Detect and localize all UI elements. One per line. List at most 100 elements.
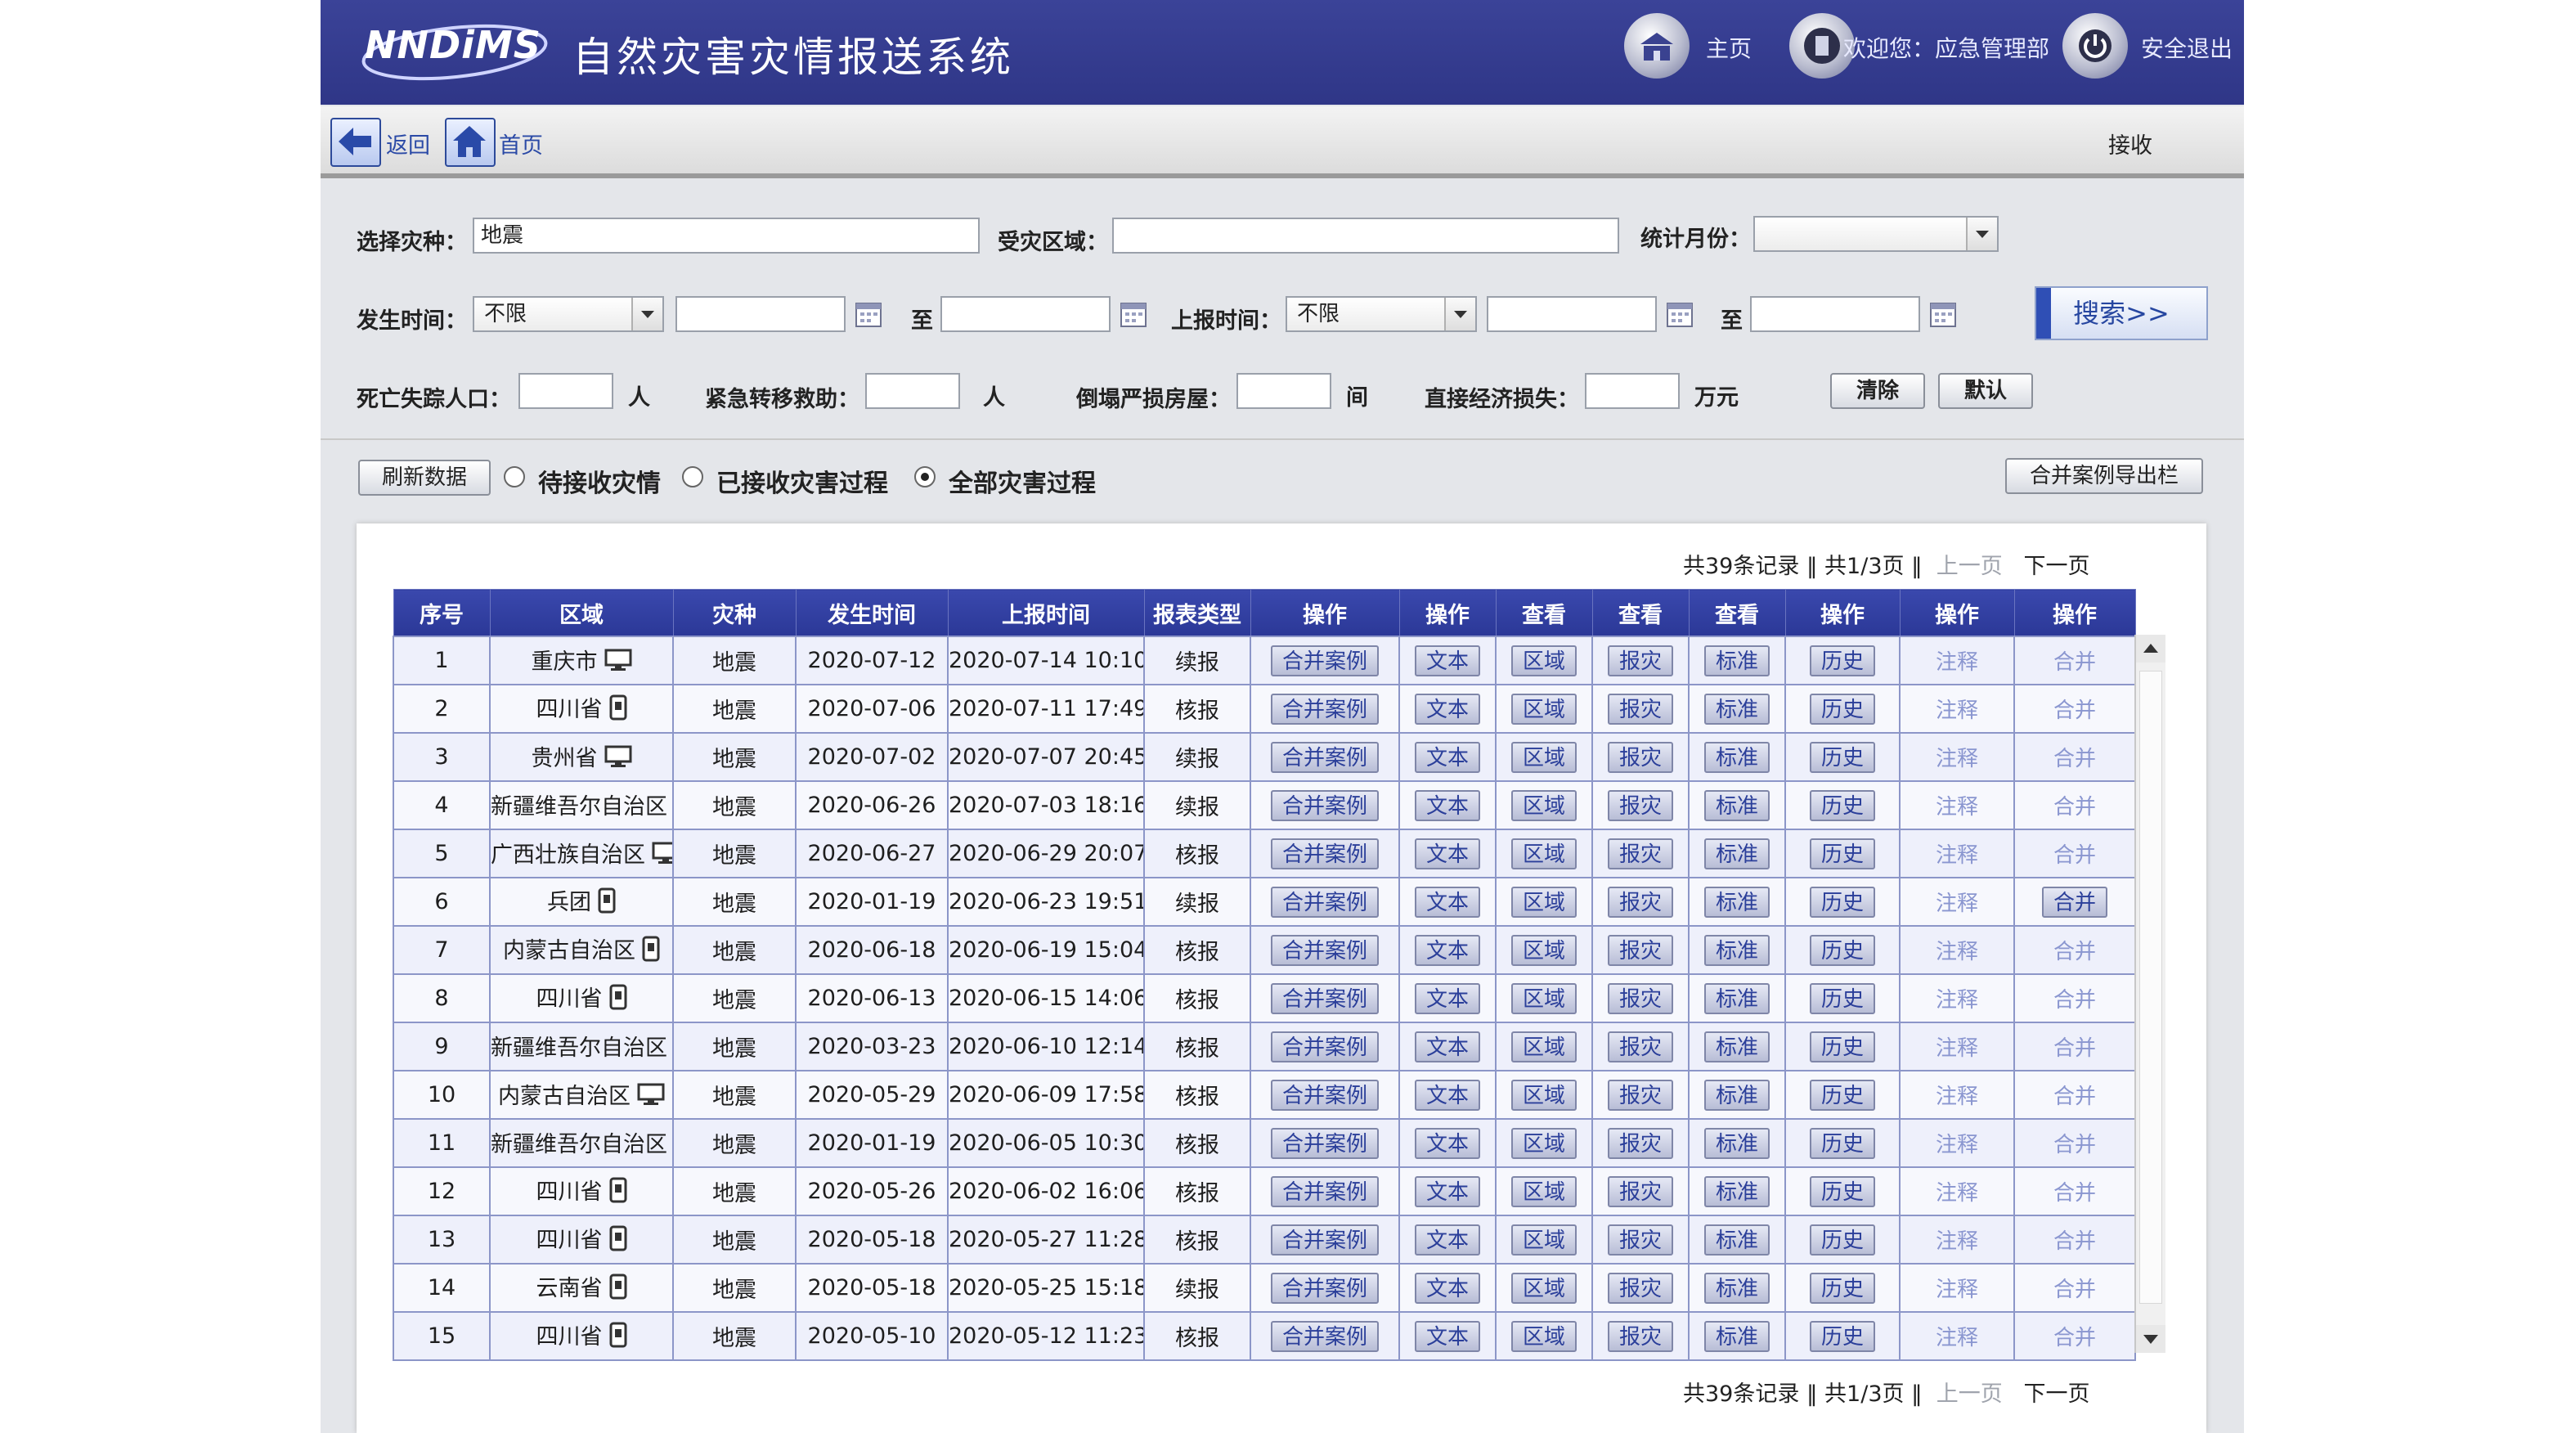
cancel-link[interactable]: 注释 (1936, 1229, 1978, 1254)
report-disaster-button[interactable]: 报灾 (1607, 982, 1673, 1014)
region-button[interactable]: 区域 (1510, 1079, 1577, 1111)
disaster-type-input[interactable]: 地震 (473, 218, 980, 254)
cancel-link[interactable]: 注释 (1936, 795, 1978, 820)
standard-button[interactable]: 标准 (1703, 1079, 1770, 1111)
merge-case-button[interactable]: 合并案例 (1270, 934, 1379, 966)
text-button[interactable]: 文本 (1414, 934, 1480, 966)
merge-button[interactable]: 合并 (2041, 886, 2107, 918)
next-page-link[interactable]: 下一页 (2024, 554, 2090, 579)
home-link[interactable]: 主页 (1706, 31, 1752, 64)
home-button[interactable] (445, 118, 496, 167)
standard-button[interactable]: 标准 (1703, 645, 1770, 676)
merge-link[interactable]: 合并 (2053, 1229, 2096, 1254)
history-button[interactable]: 历史 (1809, 645, 1875, 676)
text-button[interactable]: 文本 (1414, 789, 1480, 821)
history-button[interactable]: 历史 (1809, 1224, 1875, 1256)
report-start-input[interactable] (1487, 296, 1657, 332)
merge-case-button[interactable]: 合并案例 (1270, 1031, 1379, 1062)
next-page-link[interactable]: 下一页 (2024, 1381, 2090, 1407)
cancel-link[interactable]: 注释 (1936, 747, 1978, 771)
default-button[interactable]: 默认 (1938, 373, 2033, 409)
text-button[interactable]: 文本 (1414, 741, 1480, 773)
merge-case-button[interactable]: 合并案例 (1270, 1224, 1379, 1256)
report-disaster-button[interactable]: 报灾 (1607, 934, 1673, 966)
report-disaster-button[interactable]: 报灾 (1607, 1031, 1673, 1062)
calendar-icon[interactable] (1928, 299, 1958, 329)
merge-case-button[interactable]: 合并案例 (1270, 1272, 1379, 1304)
merge-case-button[interactable]: 合并案例 (1270, 1079, 1379, 1111)
calendar-icon[interactable] (1119, 299, 1148, 329)
standard-button[interactable]: 标准 (1703, 1127, 1770, 1159)
cancel-link[interactable]: 注释 (1936, 1036, 1978, 1061)
cancel-link[interactable]: 注释 (1936, 1085, 1978, 1109)
merge-link[interactable]: 合并 (2053, 1133, 2096, 1157)
cancel-link[interactable]: 注释 (1936, 940, 1978, 964)
collapsed-house-input[interactable] (1236, 373, 1331, 409)
standard-button[interactable]: 标准 (1703, 741, 1770, 773)
pending-label[interactable]: 待接收灾情 (538, 463, 661, 499)
merge-link[interactable]: 合并 (2053, 1278, 2096, 1302)
merge-link[interactable]: 合并 (2053, 843, 2096, 868)
text-button[interactable]: 文本 (1414, 982, 1480, 1014)
merge-link[interactable]: 合并 (2053, 795, 2096, 820)
history-button[interactable]: 历史 (1809, 934, 1875, 966)
merge-case-button[interactable]: 合并案例 (1270, 789, 1379, 821)
chevron-down-icon[interactable] (631, 298, 662, 330)
report-disaster-button[interactable]: 报灾 (1607, 886, 1673, 918)
occur-time-select[interactable]: 不限 (473, 296, 664, 332)
chevron-down-icon[interactable] (1966, 218, 1997, 250)
standard-button[interactable]: 标准 (1703, 886, 1770, 918)
region-button[interactable]: 区域 (1510, 741, 1577, 773)
text-button[interactable]: 文本 (1414, 838, 1480, 869)
merge-case-button[interactable]: 合并案例 (1270, 1127, 1379, 1159)
standard-button[interactable]: 标准 (1703, 838, 1770, 869)
search-button[interactable]: 搜索>> (2035, 286, 2208, 340)
report-disaster-button[interactable]: 报灾 (1607, 789, 1673, 821)
region-button[interactable]: 区域 (1510, 1127, 1577, 1159)
merge-link[interactable]: 合并 (2053, 1181, 2096, 1206)
relocate-input[interactable] (865, 373, 960, 409)
merge-case-button[interactable]: 合并案例 (1270, 1320, 1379, 1352)
report-disaster-button[interactable]: 报灾 (1607, 1224, 1673, 1256)
merge-case-button[interactable]: 合并案例 (1270, 886, 1379, 918)
standard-button[interactable]: 标准 (1703, 693, 1770, 725)
history-button[interactable]: 历史 (1809, 1079, 1875, 1111)
text-button[interactable]: 文本 (1414, 645, 1480, 676)
history-button[interactable]: 历史 (1809, 1031, 1875, 1062)
region-button[interactable]: 区域 (1510, 982, 1577, 1014)
history-button[interactable]: 历史 (1809, 1320, 1875, 1352)
report-disaster-button[interactable]: 报灾 (1607, 1079, 1673, 1111)
standard-button[interactable]: 标准 (1703, 789, 1770, 821)
merge-link[interactable]: 合并 (2053, 1085, 2096, 1109)
report-disaster-button[interactable]: 报灾 (1607, 693, 1673, 725)
radio-received[interactable] (682, 466, 703, 487)
merge-link[interactable]: 合并 (2053, 747, 2096, 771)
report-disaster-button[interactable]: 报灾 (1607, 838, 1673, 869)
history-button[interactable]: 历史 (1809, 1127, 1875, 1159)
scroll-up-icon[interactable] (2136, 635, 2165, 663)
scroll-down-icon[interactable] (2136, 1325, 2165, 1353)
econ-loss-input[interactable] (1585, 373, 1680, 409)
merge-case-button[interactable]: 合并案例 (1270, 1175, 1379, 1207)
region-button[interactable]: 区域 (1510, 1320, 1577, 1352)
vertical-scrollbar[interactable] (2134, 635, 2165, 1353)
chevron-down-icon[interactable] (1444, 298, 1475, 330)
back-label[interactable]: 返回 (386, 128, 430, 159)
report-disaster-button[interactable]: 报灾 (1607, 645, 1673, 676)
merge-case-button[interactable]: 合并案例 (1270, 982, 1379, 1014)
calendar-icon[interactable] (854, 299, 883, 329)
merge-link[interactable]: 合并 (2053, 1326, 2096, 1350)
export-merge-button[interactable]: 合并案例导出栏 (2005, 458, 2203, 494)
occur-start-input[interactable] (675, 296, 846, 332)
occur-end-input[interactable] (940, 296, 1111, 332)
prev-page-link[interactable]: 上一页 (1936, 1381, 2003, 1407)
region-button[interactable]: 区域 (1510, 886, 1577, 918)
area-input[interactable] (1112, 218, 1619, 254)
receive-link[interactable]: 接收 (2108, 128, 2152, 159)
scroll-thumb[interactable] (2139, 671, 2162, 1304)
standard-button[interactable]: 标准 (1703, 934, 1770, 966)
region-button[interactable]: 区域 (1510, 1031, 1577, 1062)
home-label[interactable]: 首页 (499, 128, 543, 159)
region-button[interactable]: 区域 (1510, 1224, 1577, 1256)
report-end-input[interactable] (1750, 296, 1920, 332)
